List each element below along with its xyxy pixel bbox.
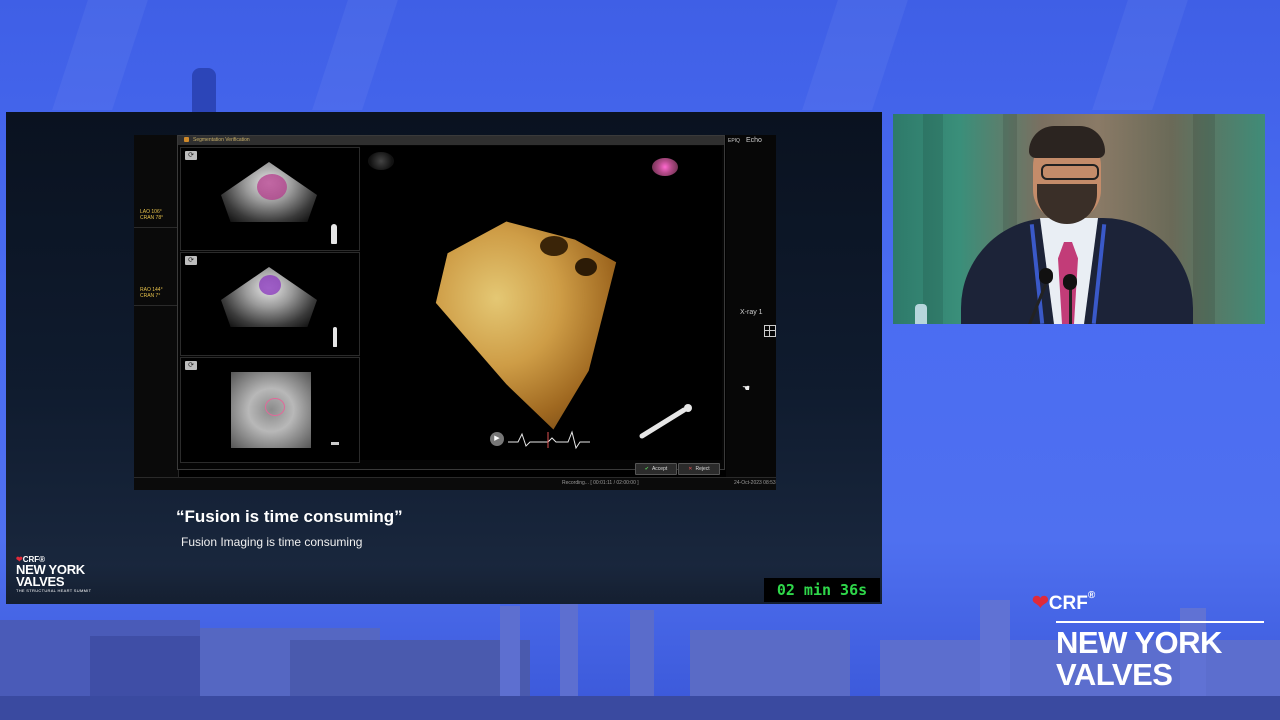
status-datetime: 24-Oct-2023 08:53 (734, 480, 776, 486)
left-view-strip: LAO 106° CRAN 78° RAO 144° CRAN 7° (134, 135, 179, 477)
3d-heart-view[interactable]: ▶ (360, 146, 722, 460)
speaker-hair (1029, 126, 1105, 158)
microphone (1063, 274, 1077, 290)
slide-subtitle: Fusion Imaging is time consuming (181, 535, 363, 549)
background-light-beam (802, 0, 908, 110)
body-orientation-icon (331, 442, 339, 445)
3d-heart-model (435, 221, 617, 430)
patient-orientation-icon (639, 404, 692, 439)
device-label: EPIQ (728, 138, 740, 144)
strip-divider (134, 305, 178, 306)
new-york-valves-logo: ❤CRF® NEW YORK VALVES (1032, 590, 1264, 691)
background-light-beam (1092, 0, 1188, 110)
dialog-title: Segmentation Verification (193, 137, 250, 143)
logo-divider (1056, 621, 1264, 623)
check-icon: ✔ (644, 466, 649, 472)
slide-footer-band (6, 564, 882, 604)
mouse-cursor-icon: ☚ (742, 383, 751, 393)
presentation-slide: LAO 106° CRAN 78° RAO 144° CRAN 7° Segme… (6, 112, 882, 604)
segmentation-overlay (259, 275, 281, 295)
recording-status: Recording... [ 00:01:11 / 02:00:00 ] (562, 480, 639, 486)
slide-nyv-logo: ❤CRF® NEW YORK VALVES THE STRUCTURAL HEA… (16, 555, 92, 593)
angle-label-1: LAO 106° CRAN 78° (140, 209, 164, 221)
echo-view-panel-1[interactable]: ⟳ (180, 147, 360, 251)
refresh-icon[interactable]: ⟳ (185, 256, 197, 265)
play-icon[interactable]: ▶ (490, 432, 504, 446)
dialog-title-bar: Segmentation Verification (178, 136, 724, 145)
refresh-icon[interactable]: ⟳ (185, 151, 197, 160)
curtain-fold (923, 114, 943, 324)
accept-button[interactable]: ✔ Accept (635, 463, 677, 475)
segmentation-verification-dialog: Segmentation Verification ⟳ ⟳ ⟳ ▶ ✔ Acce… (177, 135, 725, 475)
status-bar: Recording... [ 00:01:11 / 02:00:00 ] 24-… (134, 477, 776, 490)
close-icon: ✕ (688, 466, 693, 472)
xray-label: X-ray 1 (740, 309, 763, 316)
reject-button[interactable]: ✕ Reject (678, 463, 720, 475)
speaker-glasses (1041, 164, 1099, 180)
slide-quote: “Fusion is time consuming” (176, 507, 403, 526)
body-orientation-icon (331, 224, 337, 244)
presentation-timer: 02 min 36s (764, 578, 880, 602)
valve-opening (540, 236, 568, 256)
statue-silhouette (192, 68, 216, 114)
app-icon (184, 137, 189, 143)
orientation-sphere-icon (368, 152, 394, 170)
valve-opening (575, 258, 597, 276)
echo-label: Echo (746, 137, 762, 144)
water-bottle (915, 304, 927, 324)
heart-icon: ❤ (1032, 592, 1049, 614)
refresh-icon[interactable]: ⟳ (185, 361, 197, 370)
imaging-software-window: LAO 106° CRAN 78° RAO 144° CRAN 7° Segme… (134, 135, 776, 490)
strip-divider (134, 227, 178, 228)
segmentation-overlay (265, 398, 285, 416)
speaker-camera-feed (893, 114, 1265, 324)
ecg-trace (508, 430, 590, 450)
right-view-strip: EPIQ Echo X-ray 1 ☚ (726, 135, 776, 477)
curtain-fold (1193, 114, 1215, 324)
echo-view-panel-3[interactable]: ⟳ (180, 357, 360, 463)
background-light-beam (52, 0, 148, 110)
layout-grid-icon[interactable] (764, 325, 776, 337)
mini-heart-thumbnail (652, 158, 678, 176)
echo-view-panel-2[interactable]: ⟳ (180, 252, 360, 356)
segmentation-overlay (257, 174, 287, 200)
angle-label-2: RAO 144° CRAN 7° (140, 287, 163, 299)
background-light-beam (312, 0, 398, 110)
body-orientation-icon (333, 327, 337, 347)
microphone (1039, 268, 1053, 284)
